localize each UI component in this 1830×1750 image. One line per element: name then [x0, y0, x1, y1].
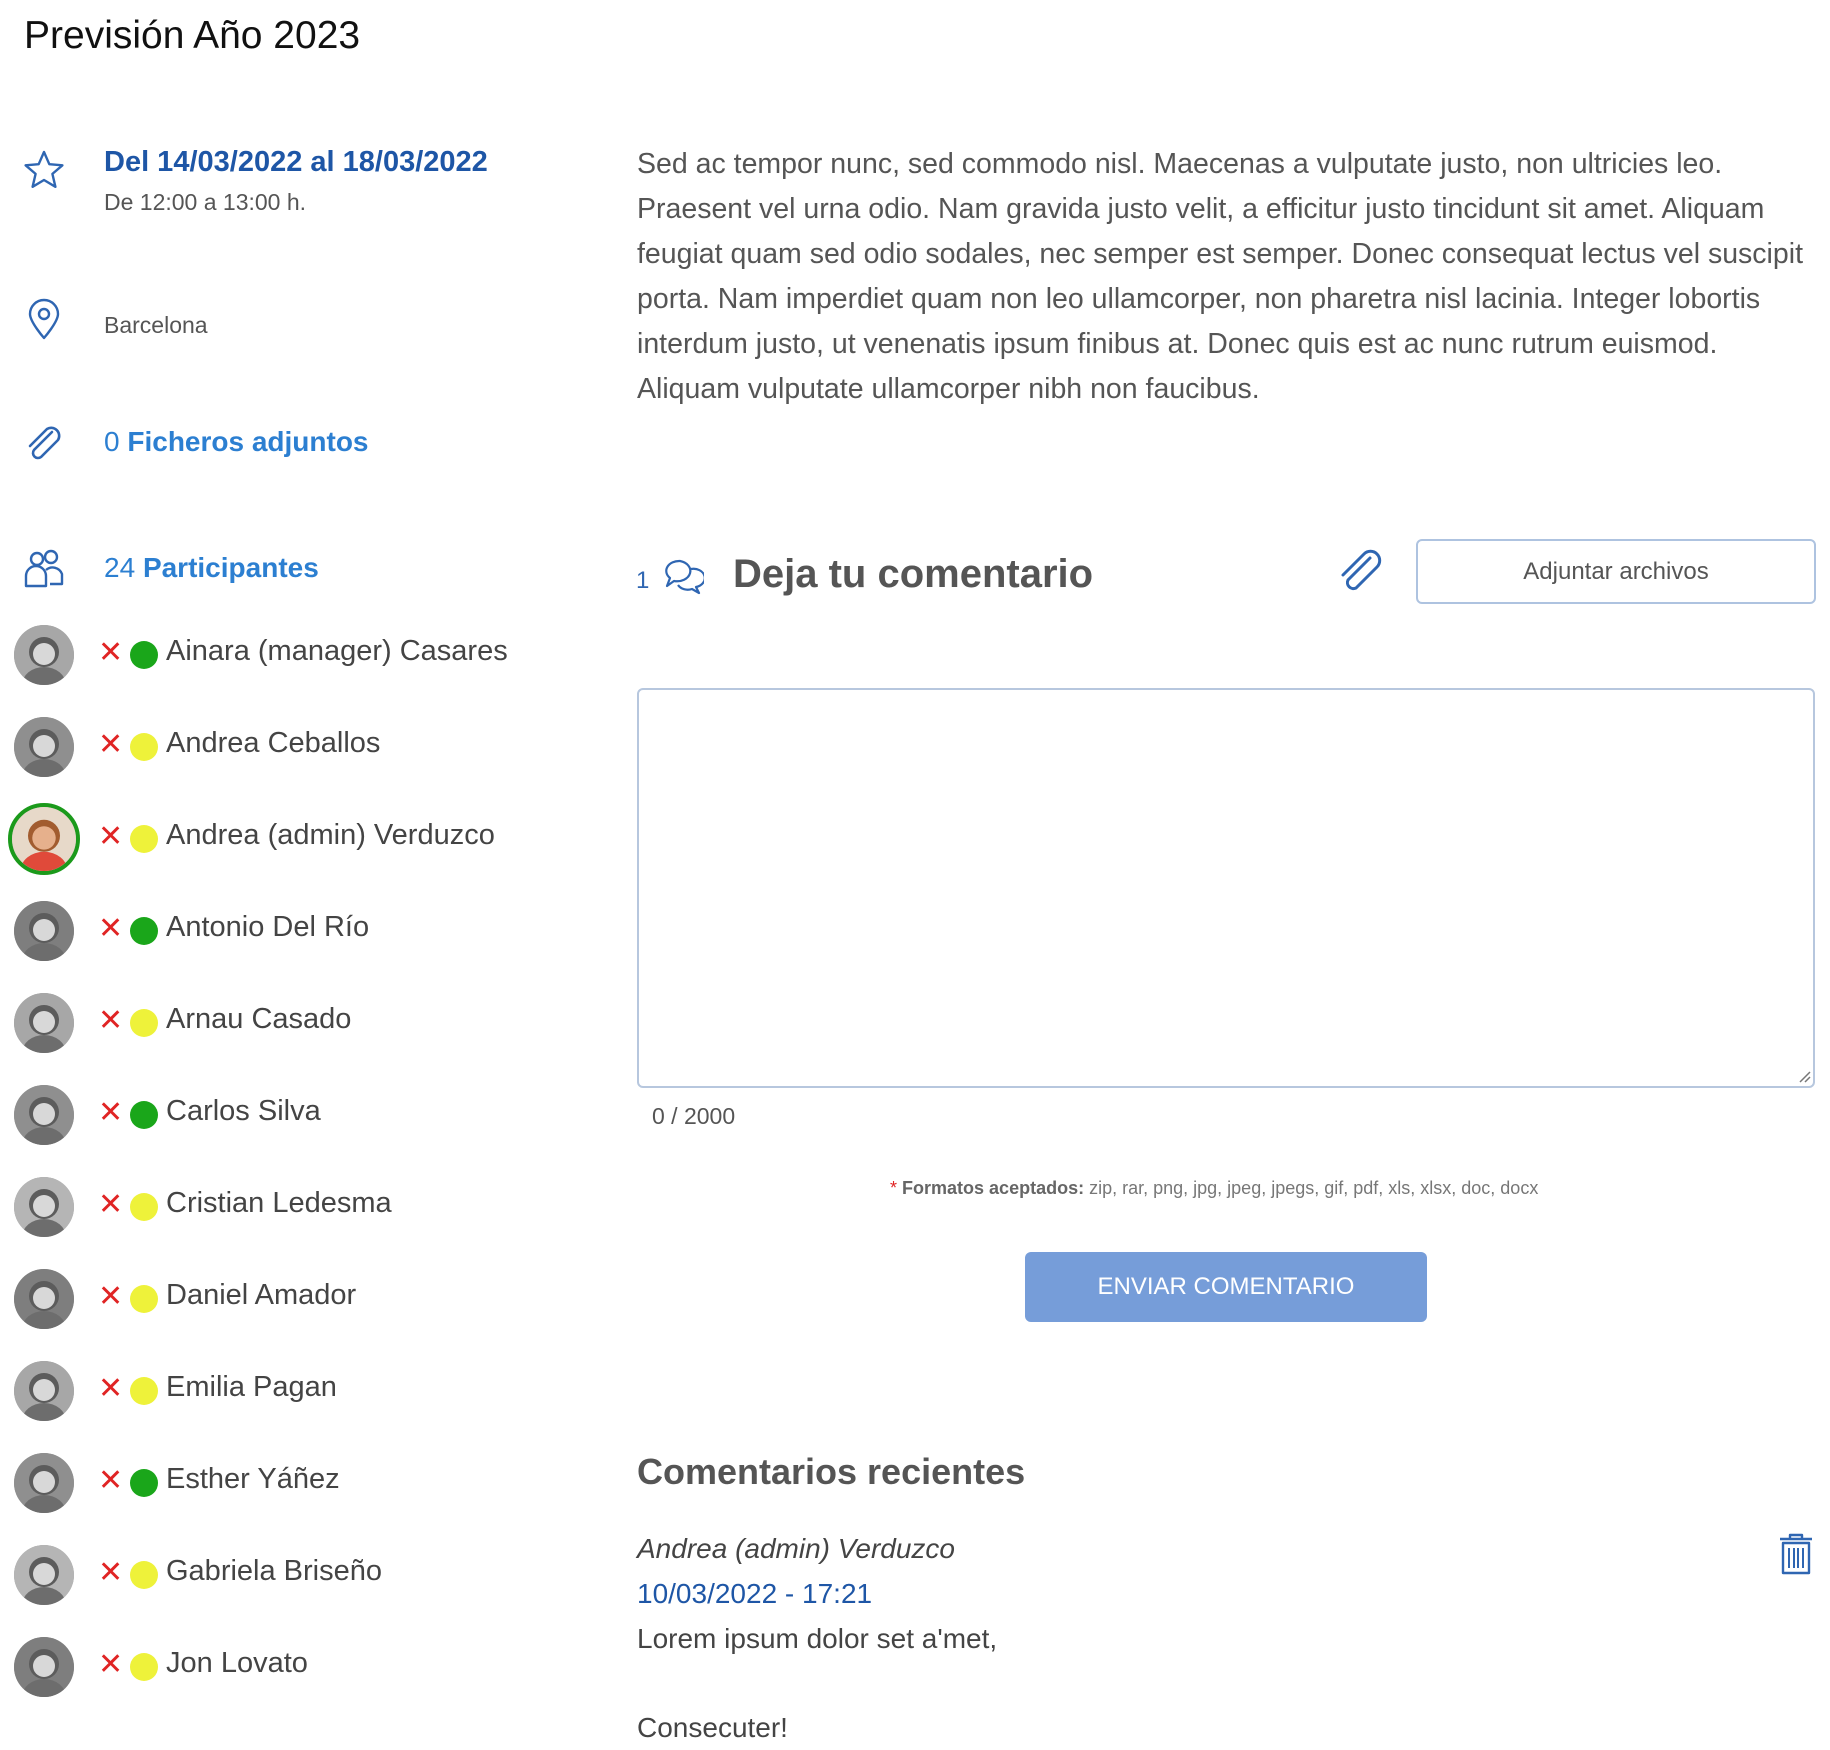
participant-name: Gabriela Briseño	[166, 1555, 382, 1587]
participant-row[interactable]: ✕ Carlos Silva	[0, 1085, 600, 1177]
avatar	[14, 1545, 74, 1605]
attach-paperclip-icon[interactable]	[1334, 546, 1386, 598]
status-indicator	[130, 1193, 158, 1221]
comment-date: 10/03/2022 - 17:21	[637, 1578, 873, 1609]
close-icon[interactable]: ✕	[98, 911, 123, 947]
avatar	[14, 717, 74, 777]
participant-name: Carlos Silva	[166, 1095, 321, 1127]
participants-list: ✕ Ainara (manager) Casares ✕ Andrea Ceballo…	[0, 625, 600, 1729]
avatar	[14, 901, 74, 961]
participants-count: 24	[104, 552, 136, 583]
map-pin-icon	[22, 298, 66, 342]
participant-row[interactable]: ✕ Ainara (manager) Casares	[0, 625, 600, 717]
status-indicator	[130, 1009, 158, 1037]
page-title: Previsión Año 2023	[24, 14, 361, 57]
close-icon[interactable]: ✕	[98, 1463, 123, 1499]
avatar	[14, 1269, 74, 1329]
participant-name: Andrea (admin) Verduzco	[166, 819, 495, 851]
comment-textarea[interactable]	[637, 688, 1815, 1088]
char-counter: 0 / 2000	[652, 1103, 736, 1129]
status-indicator	[130, 825, 158, 853]
close-icon[interactable]: ✕	[98, 1187, 123, 1223]
event-page: Previsión Año 2023 Del 14/03/2022 al 18/…	[0, 0, 1830, 1750]
status-indicator	[130, 1653, 158, 1681]
status-indicator	[130, 1101, 158, 1129]
status-indicator	[130, 1561, 158, 1589]
comment-count: 1	[636, 567, 650, 594]
event-location: Barcelona	[104, 312, 208, 338]
comment-author: Andrea (admin) Verduzco	[637, 1533, 956, 1564]
attachments-label: Ficheros adjuntos	[127, 426, 369, 457]
participant-row[interactable]: ✕ Esther Yáñez	[0, 1453, 600, 1545]
event-date-range: Del 14/03/2022 al 18/03/2022	[104, 146, 488, 178]
avatar	[14, 1361, 74, 1421]
participant-row[interactable]: ✕ Jon Lovato	[0, 1637, 600, 1729]
close-icon[interactable]: ✕	[98, 1371, 123, 1407]
avatar	[14, 1637, 74, 1697]
participant-name: Arnau Casado	[166, 1003, 352, 1035]
required-asterisk: *	[890, 1178, 898, 1198]
close-icon[interactable]: ✕	[98, 1003, 123, 1039]
paperclip-icon	[22, 422, 66, 466]
comment-text-line: Lorem ipsum dolor set a'met,	[637, 1623, 998, 1654]
star-icon	[22, 148, 66, 192]
close-icon[interactable]: ✕	[98, 819, 123, 855]
status-indicator	[130, 917, 158, 945]
participant-row[interactable]: ✕ Daniel Amador	[0, 1269, 600, 1361]
status-indicator	[130, 1285, 158, 1313]
participant-row[interactable]: ✕ Cristian Ledesma	[0, 1177, 600, 1269]
participant-name: Jon Lovato	[166, 1647, 308, 1679]
recent-comments-heading: Comentarios recientes	[637, 1451, 1026, 1492]
status-indicator	[130, 1469, 158, 1497]
participant-row[interactable]: ✕ Andrea Ceballos	[0, 717, 600, 809]
chat-bubbles-icon	[660, 555, 706, 599]
participant-name: Ainara (manager) Casares	[166, 635, 508, 667]
attachments-count: 0	[104, 426, 120, 457]
comment-text-line: Consecuter!	[637, 1712, 788, 1743]
avatar	[8, 803, 80, 875]
participant-row[interactable]: ✕ Antonio Del Río	[0, 901, 600, 993]
accepted-formats-label: Formatos aceptados:	[902, 1178, 1085, 1198]
send-comment-button[interactable]: ENVIAR COMENTARIO	[1025, 1252, 1427, 1322]
participant-name: Cristian Ledesma	[166, 1187, 392, 1219]
accepted-formats-note: * Formatos aceptados: zip, rar, png, jpg…	[890, 1178, 1538, 1199]
close-icon[interactable]: ✕	[98, 1647, 123, 1683]
participant-name: Daniel Amador	[166, 1279, 357, 1311]
event-time-range: De 12:00 a 13:00 h.	[104, 189, 307, 215]
participant-row[interactable]: ✕ Andrea (admin) Verduzco	[0, 803, 600, 901]
close-icon[interactable]: ✕	[98, 635, 123, 671]
avatar	[14, 1085, 74, 1145]
close-icon[interactable]: ✕	[98, 1555, 123, 1591]
avatar	[14, 1177, 74, 1237]
trash-icon[interactable]	[1776, 1531, 1816, 1577]
participant-row[interactable]: ✕ Gabriela Briseño	[0, 1545, 600, 1637]
avatar	[14, 993, 74, 1053]
participant-name: Andrea Ceballos	[166, 727, 381, 759]
accepted-formats-list: zip, rar, png, jpg, jpeg, jpegs, gif, pd…	[1089, 1178, 1539, 1198]
status-indicator	[130, 641, 158, 669]
status-indicator	[130, 733, 158, 761]
participant-name: Antonio Del Río	[166, 911, 370, 943]
avatar	[14, 625, 74, 685]
users-icon	[22, 546, 66, 590]
avatar	[14, 1453, 74, 1513]
close-icon[interactable]: ✕	[98, 1095, 123, 1131]
participant-name: Esther Yáñez	[166, 1463, 340, 1495]
status-indicator	[130, 1377, 158, 1405]
event-description: Sed ac tempor nunc, sed commodo nisl. Ma…	[637, 148, 1803, 405]
comment-heading: Deja tu comentario	[733, 552, 1094, 596]
attachments-link[interactable]: 0 Ficheros adjuntos	[104, 426, 369, 458]
attach-files-button[interactable]: Adjuntar archivos	[1416, 539, 1816, 604]
participants-link[interactable]: 24 Participantes	[104, 552, 319, 584]
participants-label: Participantes	[142, 552, 319, 583]
resize-handle-icon[interactable]	[1795, 1067, 1811, 1083]
participant-name: Emilia Pagan	[166, 1371, 337, 1403]
participant-row[interactable]: ✕ Arnau Casado	[0, 993, 600, 1085]
participant-row[interactable]: ✕ Emilia Pagan	[0, 1361, 600, 1453]
close-icon[interactable]: ✕	[98, 727, 123, 763]
close-icon[interactable]: ✕	[98, 1279, 123, 1315]
